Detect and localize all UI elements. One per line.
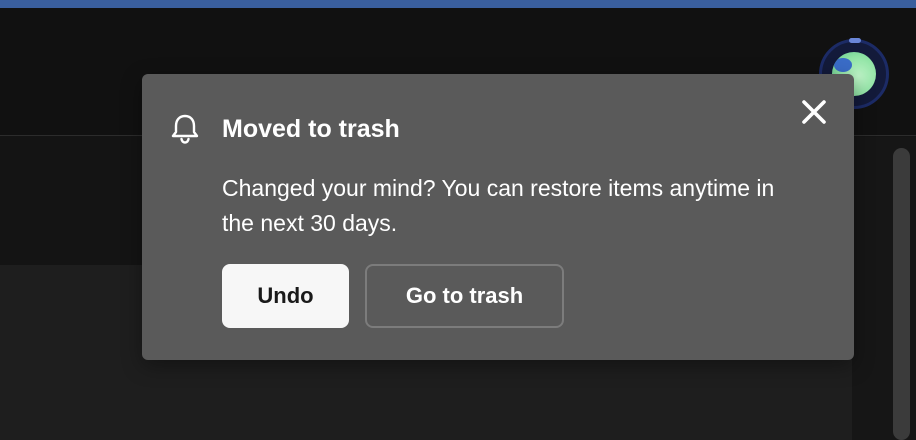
toast-message: Changed your mind? You can restore items… xyxy=(222,175,775,236)
bell-icon xyxy=(168,112,202,146)
toast-title: Moved to trash xyxy=(222,115,400,143)
close-icon[interactable] xyxy=(796,94,832,130)
avatar-status-dot xyxy=(849,38,861,43)
go-to-trash-button[interactable]: Go to trash xyxy=(365,264,564,328)
trash-toast: Moved to trash Changed your mind? You ca… xyxy=(142,74,854,360)
scrollbar-thumb[interactable] xyxy=(893,148,910,440)
undo-button[interactable]: Undo xyxy=(222,264,349,328)
top-accent-bar xyxy=(0,0,916,8)
